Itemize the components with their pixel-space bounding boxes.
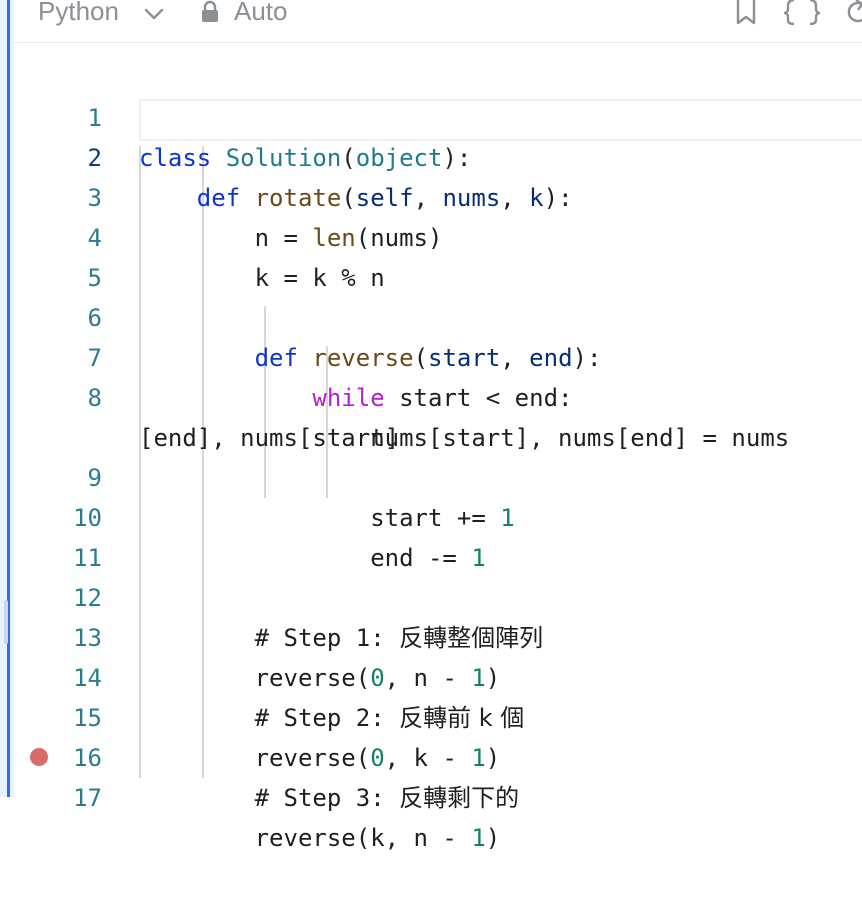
code-line[interactable]: 15 reverse(0, k - 1) [14, 658, 862, 772]
bookmark-icon[interactable] [734, 0, 758, 26]
code-line[interactable]: 12 # Step 1: 反轉整個陣列 [14, 538, 862, 652]
code-editor[interactable]: 1 class Solution(object): 2 def rotate(s… [14, 43, 862, 852]
code-line[interactable]: 8 nums[start], nums[end] = nums [14, 338, 862, 452]
code-line[interactable]: 7 while start < end: [14, 298, 862, 412]
active-panel-indicator [7, 0, 10, 797]
code-line[interactable]: 3 n = len(nums) [14, 138, 862, 252]
mode-label[interactable]: Auto [234, 0, 288, 27]
resize-handle[interactable] [4, 600, 8, 644]
code-line[interactable]: 13 reverse(0, n - 1) [14, 578, 862, 692]
code-line[interactable]: 17 reverse(k, n - 1) [14, 738, 862, 852]
code-line[interactable]: 10 end -= 1 [14, 458, 862, 572]
code-text: reverse(k, n - 1) [254, 824, 501, 852]
code-line[interactable]: 14 # Step 2: 反轉前 k 個 [14, 618, 862, 732]
chevron-down-icon[interactable] [142, 2, 166, 26]
code-line[interactable]: 16 # Step 3: 反轉剩下的 [14, 698, 862, 812]
lock-icon [202, 0, 218, 22]
code-comment: # Step 3: 反轉剩下的 [254, 784, 520, 812]
code-line[interactable]: 5 [14, 218, 862, 292]
code-line[interactable]: 6 def reverse(start, end): [14, 258, 862, 372]
code-line[interactable]: 4 k = k % n [14, 178, 862, 292]
language-selector[interactable]: Python [38, 0, 119, 27]
code-line[interactable]: 9 start += 1 [14, 418, 862, 532]
left-edge-accent [0, 0, 14, 797]
code-line[interactable]: 1 class Solution(object): [14, 58, 862, 172]
code-line[interactable]: 11 [14, 498, 862, 572]
line-number: 17 [73, 784, 102, 812]
braces-icon[interactable] [784, 0, 820, 26]
code-line-wrap[interactable]: [end], nums[start] [14, 378, 862, 452]
code-line[interactable]: 2 def rotate(self, nums, k): [14, 98, 862, 212]
editor-toolbar: Python Auto [14, 0, 862, 43]
reset-icon[interactable] [844, 0, 862, 26]
